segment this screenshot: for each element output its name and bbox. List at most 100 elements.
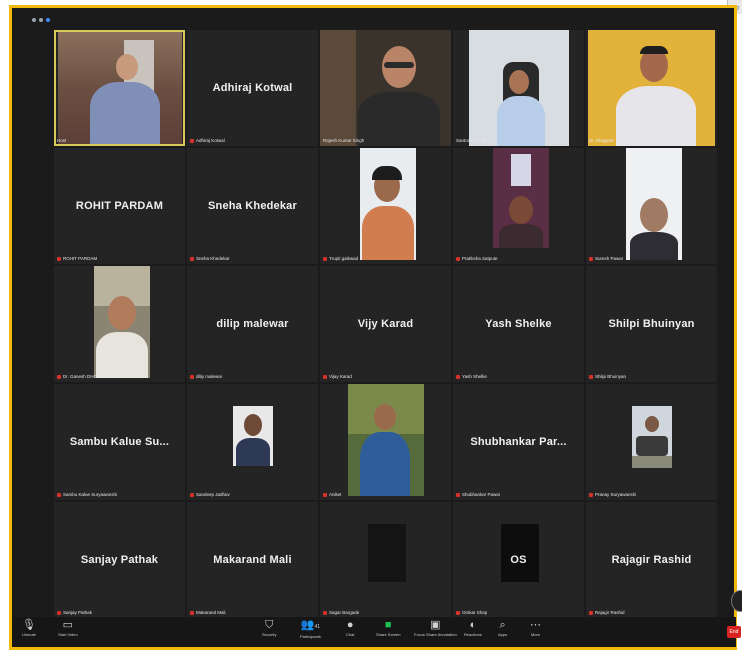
more-button[interactable]: ⋯ More xyxy=(530,619,541,637)
participants-button[interactable]: 👥41 Participants xyxy=(300,619,321,639)
participant-tile[interactable]: Santosh Pandit xyxy=(453,30,584,146)
participant-tile[interactable]: Adhiraj Kotwal Adhiraj Kotwal xyxy=(187,30,318,146)
mic-muted-icon xyxy=(323,256,327,261)
focus-share-label: Focus Share Annotation xyxy=(414,632,457,637)
participants-icon: 👥41 xyxy=(300,619,321,631)
window-dots xyxy=(32,17,50,23)
participant-name: Sanjay Pathak xyxy=(80,554,159,566)
participant-tile[interactable]: Vijy Karad Vijay Karad xyxy=(320,266,451,382)
mic-muted-icon xyxy=(456,492,460,497)
participant-name-label: Sanjay Pathak xyxy=(57,610,92,615)
participant-name-label: Rajesh Kumar Singh xyxy=(323,138,365,143)
mic-muted-icon xyxy=(57,492,61,497)
participant-tile[interactable]: Suresh Pawar xyxy=(586,148,717,264)
chat-label: Chat xyxy=(346,632,355,637)
security-button[interactable]: ⛉ Security xyxy=(262,619,276,637)
participant-name-label: Adhiraj Kotwal xyxy=(190,138,225,143)
participant-name: Yash Shelke xyxy=(485,318,552,330)
avatar xyxy=(501,524,539,582)
participant-tile[interactable]: Rajagir Rashid Rajagir Rashid xyxy=(586,502,717,618)
participant-initials: OS xyxy=(510,554,527,566)
participant-name: Rajagir Rashid xyxy=(611,554,692,566)
reactions-button[interactable]: ◐ Reactions xyxy=(464,619,482,637)
share-screen-button[interactable]: ■ Share Screen xyxy=(376,619,400,637)
participant-tile[interactable]: Sambu Kalue Su... Sambu Kalue Suryawansh… xyxy=(54,384,185,500)
participant-name-label: Shilpi Bhuinyan xyxy=(589,374,626,379)
video-off-icon: ▭ xyxy=(62,619,74,631)
scroll-next-button[interactable] xyxy=(731,590,742,612)
mic-muted-icon xyxy=(589,610,593,615)
microphone-muted-icon: 🎙 xyxy=(22,619,36,631)
unmute-label: Unmute xyxy=(22,632,37,637)
apps-button[interactable]: ⌕ Apps xyxy=(498,619,507,637)
participant-name-label: Sagar Bargade xyxy=(323,610,359,615)
participant-name-label: Pratiksha Satpute xyxy=(456,256,498,261)
participant-tile[interactable]: Dr. Bhagwat xyxy=(586,30,717,146)
dot-icon xyxy=(32,18,36,22)
mic-muted-icon xyxy=(57,610,61,615)
video-feed xyxy=(360,148,416,260)
participant-tile[interactable]: Rajesh Kumar Singh xyxy=(320,30,451,146)
mic-muted-icon xyxy=(456,256,460,261)
participant-tile[interactable]: Shubhankar Par... Shubhankar Pawar xyxy=(453,384,584,500)
participant-name: Makarand Mali xyxy=(213,554,292,566)
info-icon[interactable] xyxy=(46,18,50,22)
participant-tile[interactable]: Shilpi Bhuinyan Shilpi Bhuinyan xyxy=(586,266,717,382)
mic-muted-icon xyxy=(190,138,194,143)
participant-tile[interactable]: dilip malewar dilip malewar xyxy=(187,266,318,382)
start-video-button[interactable]: ▭ Start Video xyxy=(58,619,78,637)
more-icon: ⋯ xyxy=(530,619,541,631)
participant-name-label: Shubhankar Pawar xyxy=(456,492,500,497)
share-screen-label: Share Screen xyxy=(376,632,401,637)
participant-name-label: Pranay Suryawanshi xyxy=(589,492,636,497)
mic-muted-icon xyxy=(190,374,194,379)
participant-name: Sneha Khedekar xyxy=(207,200,297,212)
video-feed xyxy=(493,148,549,248)
participant-tile[interactable]: Host xyxy=(54,30,185,146)
meeting-toolbar: 🎙 Unmute ▭ Start Video ⛉ Security 👥41 Pa… xyxy=(12,617,736,647)
mic-muted-icon xyxy=(190,610,194,615)
participant-name-label: Makarand Mali xyxy=(190,610,226,615)
participant-name-label: Dr. Bhagwat xyxy=(589,138,614,143)
participants-label: Participants xyxy=(300,634,321,639)
participant-tile[interactable]: Sandeep Jadhav xyxy=(187,384,318,500)
participant-tile[interactable]: Sagar Bargade xyxy=(320,502,451,618)
participant-name: Vijy Karad xyxy=(357,318,414,330)
start-video-label: Start Video xyxy=(58,632,78,637)
participant-tile[interactable]: Dr. Ganesh DHOLE PATIL xyxy=(54,266,185,382)
participant-tile[interactable]: Pranay Suryawanshi xyxy=(586,384,717,500)
mic-muted-icon xyxy=(589,492,593,497)
video-feed xyxy=(469,30,569,146)
video-feed xyxy=(588,30,715,146)
participant-name: dilip malewar xyxy=(216,318,289,330)
participant-name-label: Omkar Shap xyxy=(456,610,487,615)
participant-name-label: ROHIT PARDAM xyxy=(57,256,97,261)
gallery-grid: Host Adhiraj Kotwal Adhiraj Kotwal Rajes… xyxy=(54,30,717,618)
mic-muted-icon xyxy=(456,374,460,379)
participant-tile[interactable]: Pratiksha Satpute xyxy=(453,148,584,264)
video-feed xyxy=(368,524,406,582)
participant-tile[interactable]: OS Omkar Shap xyxy=(453,502,584,618)
focus-share-button[interactable]: ▣ Focus Share Annotation xyxy=(414,619,457,637)
unmute-button[interactable]: 🎙 Unmute xyxy=(22,619,36,637)
participant-tile[interactable]: Sanjay Pathak Sanjay Pathak xyxy=(54,502,185,618)
participant-name-label: Rajagir Rashid xyxy=(589,610,625,615)
participant-name-label: Dr. Ganesh DHOLE PATIL xyxy=(57,374,116,379)
chat-button[interactable]: ● Chat xyxy=(346,619,354,637)
participant-name-label: Sandeep Jadhav xyxy=(190,492,230,497)
end-meeting-button[interactable]: End xyxy=(727,626,741,638)
chat-icon: ● xyxy=(346,619,354,631)
participant-tile[interactable]: Aniket xyxy=(320,384,451,500)
participant-name-label: Sambu Kalue Suryawanshi xyxy=(57,492,117,497)
video-feed xyxy=(320,30,451,146)
participant-tile[interactable]: ROHIT PARDAM ROHIT PARDAM xyxy=(54,148,185,264)
participant-tile[interactable]: Makarand Mali Makarand Mali xyxy=(187,502,318,618)
participant-tile[interactable]: Yash Shelke Yash Shelke xyxy=(453,266,584,382)
mic-muted-icon xyxy=(57,256,61,261)
shield-icon: ⛉ xyxy=(265,619,274,631)
participant-tile[interactable]: Sneha Khedekar Sneha Khedekar xyxy=(187,148,318,264)
security-label: Security xyxy=(262,632,277,637)
reactions-icon: ◐ xyxy=(469,619,477,631)
participant-tile[interactable]: Trupti gaikwad xyxy=(320,148,451,264)
mic-muted-icon xyxy=(57,374,61,379)
